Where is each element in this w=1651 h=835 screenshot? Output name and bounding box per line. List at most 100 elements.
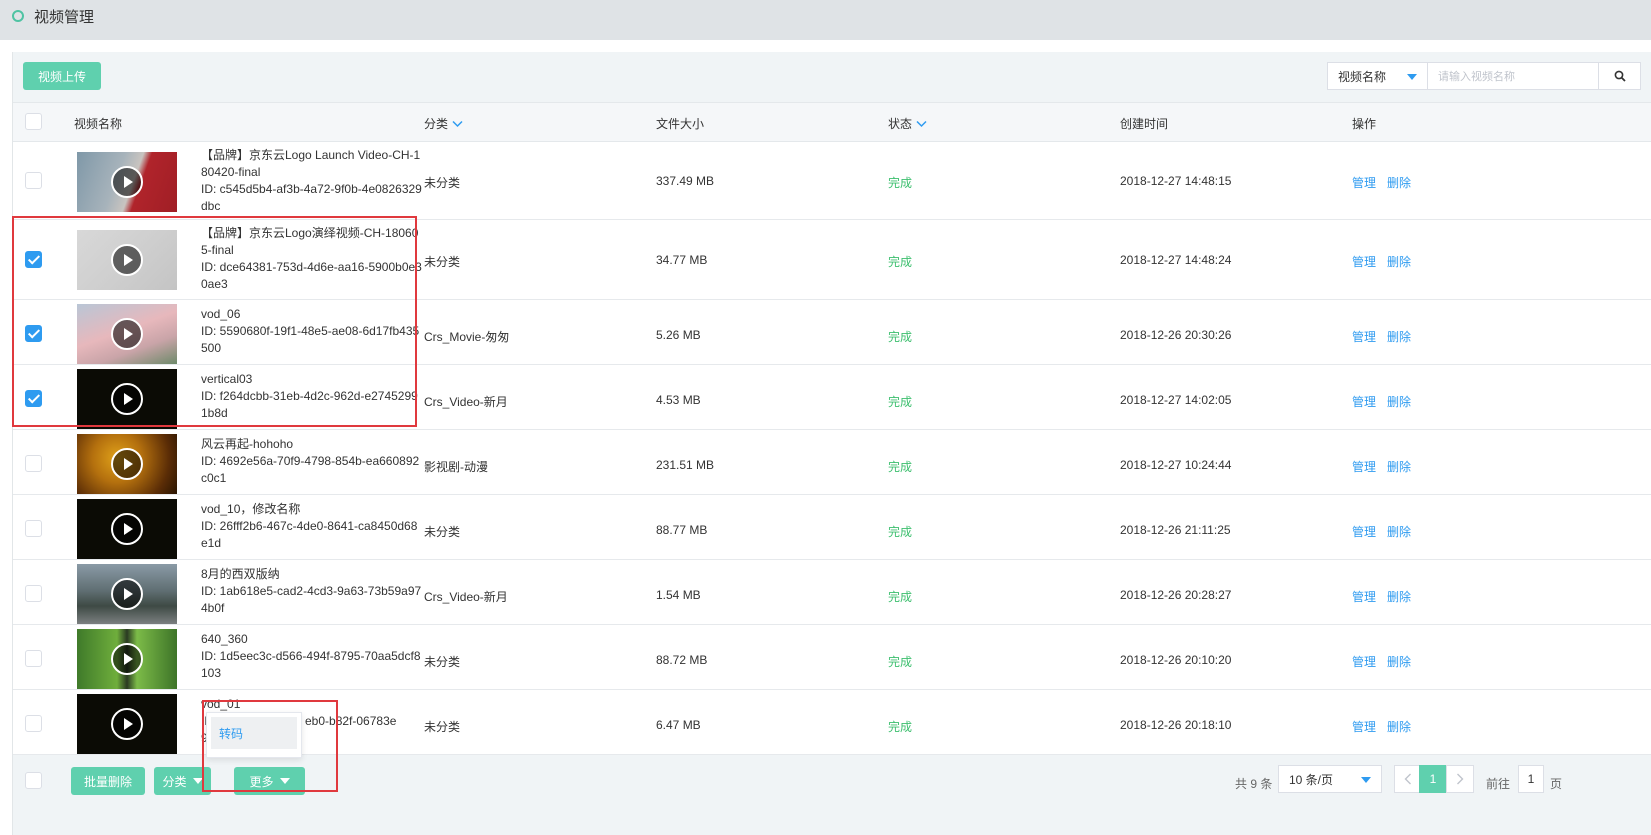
status-badge: 完成 (888, 395, 913, 409)
row-checkbox[interactable] (25, 715, 42, 732)
play-icon[interactable] (111, 383, 143, 415)
transcode-menu-item[interactable]: 转码 (211, 717, 297, 749)
search-input[interactable]: 请输入视频名称 (1428, 63, 1598, 89)
video-id-tail: eb0-b82f-06783e (305, 714, 397, 728)
play-icon[interactable] (111, 166, 143, 198)
video-thumbnail[interactable] (77, 629, 177, 689)
video-category: 未分类 (424, 525, 461, 539)
created-time: 2018-12-26 20:18:10 (1120, 718, 1232, 732)
play-icon[interactable] (111, 578, 143, 610)
video-thumbnail[interactable] (77, 694, 177, 754)
delete-link[interactable]: 删除 (1387, 588, 1411, 605)
delete-link[interactable]: 删除 (1387, 523, 1411, 540)
video-name: 640_360 ID: 1d5eec3c-d566-494f-8795-70aa… (201, 631, 423, 682)
manage-link[interactable]: 管理 (1352, 718, 1376, 735)
delete-link[interactable]: 删除 (1387, 393, 1411, 410)
video-category: Crs_Video-新月 (424, 590, 508, 604)
video-size: 88.77 MB (656, 523, 708, 537)
video-title: 640_360 (201, 632, 248, 646)
video-thumbnail[interactable] (77, 434, 177, 494)
video-size: 337.49 MB (656, 174, 715, 188)
caret-down-icon (1407, 74, 1417, 80)
table-footer: 批量删除 分类 更多 共 9 条 10 条/页 1 前往 1 页 (13, 755, 1651, 835)
video-thumbnail[interactable] (77, 499, 177, 559)
video-category: Crs_Video-新月 (424, 395, 508, 409)
table-header: 视频名称 分类 文件大小 状态 创建时间 操作 (13, 102, 1651, 142)
row-checkbox[interactable] (25, 520, 42, 537)
play-icon[interactable] (111, 318, 143, 350)
col-status[interactable]: 状态 (888, 115, 927, 132)
row-checkbox[interactable] (25, 390, 42, 407)
play-icon[interactable] (111, 513, 143, 545)
row-checkbox[interactable] (25, 455, 42, 472)
more-button[interactable]: 更多 (234, 767, 305, 795)
chevron-right-icon (1457, 773, 1464, 785)
delete-link[interactable]: 删除 (1387, 653, 1411, 670)
video-title: vertical03 (201, 372, 253, 386)
row-checkbox[interactable] (25, 172, 42, 189)
goto-page-input[interactable]: 1 (1518, 765, 1544, 793)
search-bar: 视频名称 请输入视频名称 (1327, 62, 1641, 90)
upload-video-button[interactable]: 视频上传 (23, 62, 101, 90)
manage-link[interactable]: 管理 (1352, 328, 1376, 345)
video-thumbnail[interactable] (77, 152, 177, 212)
search-field-select[interactable]: 视频名称 (1328, 63, 1428, 89)
status-dot-icon (12, 10, 24, 22)
created-time: 2018-12-27 10:24:44 (1120, 458, 1232, 472)
search-button[interactable] (1598, 63, 1640, 89)
more-dropdown-menu: 转码 (206, 712, 302, 758)
manage-link[interactable]: 管理 (1352, 393, 1376, 410)
play-icon[interactable] (111, 643, 143, 675)
video-name: vod_06 ID: 5590680f-19f1-48e5-ae08-6d17f… (201, 306, 423, 357)
video-thumbnail[interactable] (77, 369, 177, 429)
more-button-label: 更多 (249, 774, 274, 789)
table-row: 【品牌】京东云Logo演绎视频-CH-180605-final ID: dce6… (13, 220, 1651, 300)
chevron-left-icon (1404, 773, 1411, 785)
video-name: 【品牌】京东云Logo演绎视频-CH-180605-final ID: dce6… (201, 225, 423, 293)
table-row: 【品牌】京东云Logo Launch Video-CH-180420-final… (13, 142, 1651, 220)
col-file-size: 文件大小 (656, 117, 705, 131)
video-id: ID: 5590680f-19f1-48e5-ae08-6d17fb435500 (201, 324, 420, 355)
manage-link[interactable]: 管理 (1352, 458, 1376, 475)
video-title: 风云再起-hohoho (201, 437, 294, 451)
created-time: 2018-12-27 14:48:15 (1120, 174, 1232, 188)
prev-page-button[interactable] (1394, 765, 1422, 793)
footer-select-all-checkbox[interactable] (25, 772, 42, 789)
video-thumbnail[interactable] (77, 304, 177, 364)
video-title: vod_10，修改名称 (201, 502, 301, 516)
select-all-checkbox[interactable] (25, 113, 42, 130)
manage-link[interactable]: 管理 (1352, 174, 1376, 191)
page-size-select[interactable]: 10 条/页 (1278, 765, 1382, 793)
created-time: 2018-12-26 20:30:26 (1120, 328, 1232, 342)
delete-link[interactable]: 删除 (1387, 458, 1411, 475)
manage-link[interactable]: 管理 (1352, 588, 1376, 605)
page-header: 视频管理 (0, 0, 1651, 40)
batch-delete-button[interactable]: 批量删除 (71, 767, 145, 795)
video-thumbnail[interactable] (77, 564, 177, 624)
status-badge: 完成 (888, 176, 913, 190)
row-checkbox[interactable] (25, 251, 42, 268)
row-checkbox[interactable] (25, 650, 42, 667)
manage-link[interactable]: 管理 (1352, 653, 1376, 670)
category-button[interactable]: 分类 (154, 767, 211, 795)
play-icon[interactable] (111, 244, 143, 276)
video-title: vod_01 (201, 697, 241, 711)
row-checkbox[interactable] (25, 325, 42, 342)
status-badge: 完成 (888, 460, 913, 474)
search-field-label: 视频名称 (1338, 69, 1387, 84)
play-icon[interactable] (111, 708, 143, 740)
next-page-button[interactable] (1446, 765, 1474, 793)
col-category[interactable]: 分类 (424, 115, 463, 132)
manage-link[interactable]: 管理 (1352, 253, 1376, 270)
delete-link[interactable]: 删除 (1387, 174, 1411, 191)
delete-link[interactable]: 删除 (1387, 328, 1411, 345)
created-time: 2018-12-27 14:48:24 (1120, 253, 1232, 267)
delete-link[interactable]: 删除 (1387, 253, 1411, 270)
play-icon[interactable] (111, 448, 143, 480)
video-size: 6.47 MB (656, 718, 701, 732)
row-checkbox[interactable] (25, 585, 42, 602)
delete-link[interactable]: 删除 (1387, 718, 1411, 735)
manage-link[interactable]: 管理 (1352, 523, 1376, 540)
page-number-button[interactable]: 1 (1419, 765, 1447, 793)
video-thumbnail[interactable] (77, 230, 177, 290)
